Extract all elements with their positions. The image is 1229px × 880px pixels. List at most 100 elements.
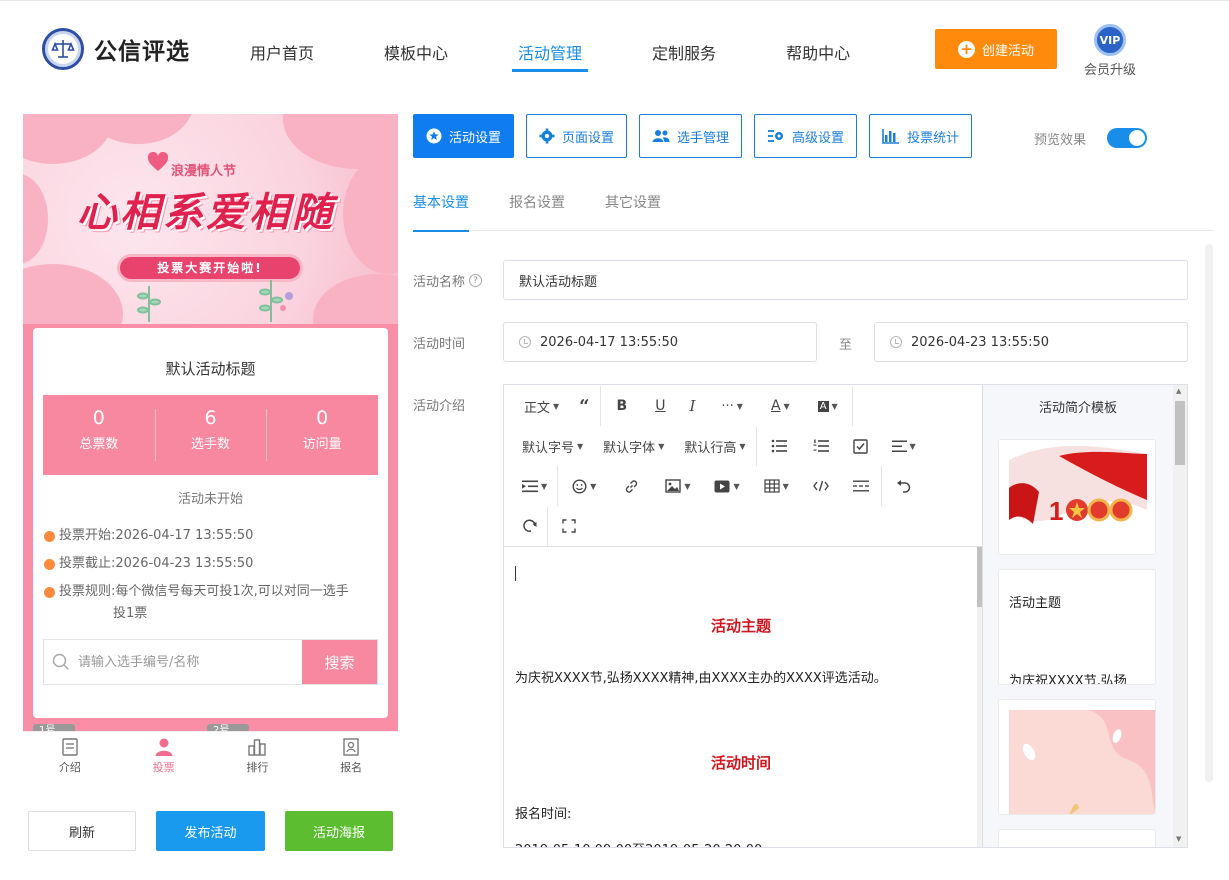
fullscreen-button[interactable] [548, 506, 590, 546]
image-button[interactable]: ▼ [653, 466, 702, 506]
vote-start-text: 投票开始:2026-04-17 13:55:50 [59, 528, 254, 543]
tab-basic-settings[interactable]: 基本设置 [413, 192, 469, 232]
page-settings-button[interactable]: 页面设置 [526, 114, 628, 158]
refresh-button[interactable]: 刷新 [28, 811, 136, 851]
gear-icon [539, 128, 555, 144]
search-input[interactable] [78, 654, 278, 670]
poster-button[interactable]: 活动海报 [285, 811, 393, 851]
tab-other-settings[interactable]: 其它设置 [605, 192, 661, 231]
start-time-picker[interactable]: 2026-04-17 13:55:50 [503, 322, 817, 362]
template-panel-title: 活动简介模板 [1038, 401, 1117, 416]
background-color-button[interactable]: A ▼ [804, 386, 852, 426]
nav-activity-management[interactable]: 活动管理 [512, 40, 589, 72]
page-scrollbar[interactable] [1205, 244, 1213, 782]
publish-button[interactable]: 发布活动 [156, 811, 265, 851]
paragraph-select[interactable]: 正文 ▼ [514, 386, 569, 426]
underline-icon: U [655, 398, 666, 414]
align-left-icon [891, 440, 907, 452]
code-button[interactable] [801, 466, 841, 506]
checklist-button[interactable] [841, 426, 880, 466]
stat-label: 访问量 [302, 437, 342, 452]
bold-icon: B [616, 398, 628, 414]
clock-icon [44, 531, 55, 542]
stat-label: 总票数 [79, 437, 119, 452]
template-thumbnail-image: 1 [999, 440, 1155, 554]
svg-text:1: 1 [1049, 496, 1063, 526]
video-button[interactable]: ▼ [702, 466, 751, 506]
indent-button[interactable]: ▼ [512, 466, 557, 506]
search-button[interactable]: 搜索 [302, 640, 377, 684]
redo-icon [523, 519, 537, 532]
content-paragraph: 2019-05-10 09:00至2019-05-20 20:00 [515, 839, 762, 847]
clock-icon [44, 559, 55, 570]
italic-button[interactable]: I [677, 386, 707, 426]
paragraph-label: 正文 [524, 400, 551, 416]
template-card[interactable]: 1 [998, 439, 1156, 555]
bullet-list-button[interactable] [757, 426, 801, 466]
vote-statistics-button[interactable]: 投票统计 [869, 114, 973, 158]
undo-button[interactable] [882, 466, 925, 506]
undo-icon [896, 480, 911, 493]
end-time-picker[interactable]: 2026-04-23 13:55:50 [874, 322, 1188, 362]
quote-button[interactable]: “ [569, 386, 599, 426]
vote-end-text: 投票截止:2026-04-23 13:55:50 [59, 556, 254, 571]
line-height-select[interactable]: 默认行高 ▼ [674, 426, 755, 466]
tabbar-label: 报名 [340, 761, 363, 774]
numbered-list-button[interactable] [801, 426, 841, 466]
table-icon [764, 479, 780, 493]
bold-button[interactable]: B [601, 386, 644, 426]
tabbar-vote[interactable]: 投票 [117, 732, 211, 780]
advanced-settings-button[interactable]: 高级设置 [754, 114, 858, 158]
align-button[interactable]: ▼ [880, 426, 928, 466]
template-card[interactable] [998, 699, 1156, 815]
activity-name-field[interactable]: 默认活动标题 [503, 260, 1188, 300]
link-button[interactable] [610, 466, 653, 506]
toolbar-row-4 [512, 506, 590, 546]
template-card[interactable] [998, 829, 1156, 847]
stats-bar: 0 总票数 6 选手数 0 访问量 [43, 395, 378, 475]
tabbar-ranking[interactable]: 排行 [211, 732, 305, 780]
activity-status: 活动未开始 [177, 492, 243, 507]
emoji-button[interactable]: ▼ [558, 466, 610, 506]
to-separator: 至 [839, 338, 853, 353]
logo[interactable]: 公信评选 [42, 28, 190, 70]
preview-switch[interactable] [1107, 128, 1148, 148]
create-activity-button[interactable]: + 创建活动 [935, 29, 1057, 69]
tabbar-label: 排行 [246, 761, 269, 774]
contestant-management-button[interactable]: 选手管理 [639, 114, 743, 158]
font-color-icon: A [770, 398, 781, 414]
font-size-select[interactable]: 默认字号 ▼ [512, 426, 593, 466]
editor-content[interactable]: 活动主题 为庆祝XXXX节,弘扬XXXX精神,由XXXX主办的XXXX评选活动。… [504, 547, 978, 847]
video-icon [714, 480, 730, 492]
table-button[interactable]: ▼ [752, 466, 801, 506]
stat-contestants: 6 选手数 [154, 395, 267, 475]
vip-badge-icon: VIP [1094, 24, 1126, 56]
vip-upgrade[interactable]: VIP 会员升级 [1080, 24, 1140, 78]
tabbar-signup[interactable]: 报名 [304, 732, 398, 780]
nav-home[interactable]: 用户首页 [250, 40, 314, 72]
more-format-button[interactable]: ··· ▼ [707, 386, 757, 426]
content-heading-theme: 活动主题 [710, 617, 771, 635]
template-card[interactable]: 活动主题 为庆祝XXXX节,弘扬 [998, 569, 1156, 685]
info-icon [44, 587, 55, 598]
underline-button[interactable]: U [643, 386, 677, 426]
search-field [44, 640, 302, 684]
help-icon[interactable]: ? [469, 274, 483, 287]
template-scrollbar[interactable]: ▲ ▼ [1173, 385, 1187, 847]
redo-button[interactable] [512, 506, 547, 546]
quote-icon: “ [579, 395, 590, 417]
divider-button[interactable] [841, 466, 881, 506]
content-paragraph: 为庆祝XXXX节,弘扬XXXX精神,由XXXX主办的XXXX评选活动。 [515, 671, 887, 686]
flower-icon [259, 280, 293, 322]
tabbar-intro[interactable]: 介绍 [23, 732, 117, 780]
activity-settings-button[interactable]: 活动设置 [413, 114, 515, 158]
nav-custom-service[interactable]: 定制服务 [652, 40, 716, 72]
activity-name-label: 活动名称 ? [413, 271, 483, 290]
tab-signup-settings[interactable]: 报名设置 [509, 192, 565, 231]
template-card-title: 活动主题 [1009, 596, 1062, 611]
nav-help[interactable]: 帮助中心 [786, 40, 850, 72]
font-color-button[interactable]: A ▼ [757, 386, 804, 426]
font-family-select[interactable]: 默认字体 ▼ [593, 426, 674, 466]
nav-templates[interactable]: 模板中心 [384, 40, 448, 72]
users-icon [652, 130, 670, 142]
